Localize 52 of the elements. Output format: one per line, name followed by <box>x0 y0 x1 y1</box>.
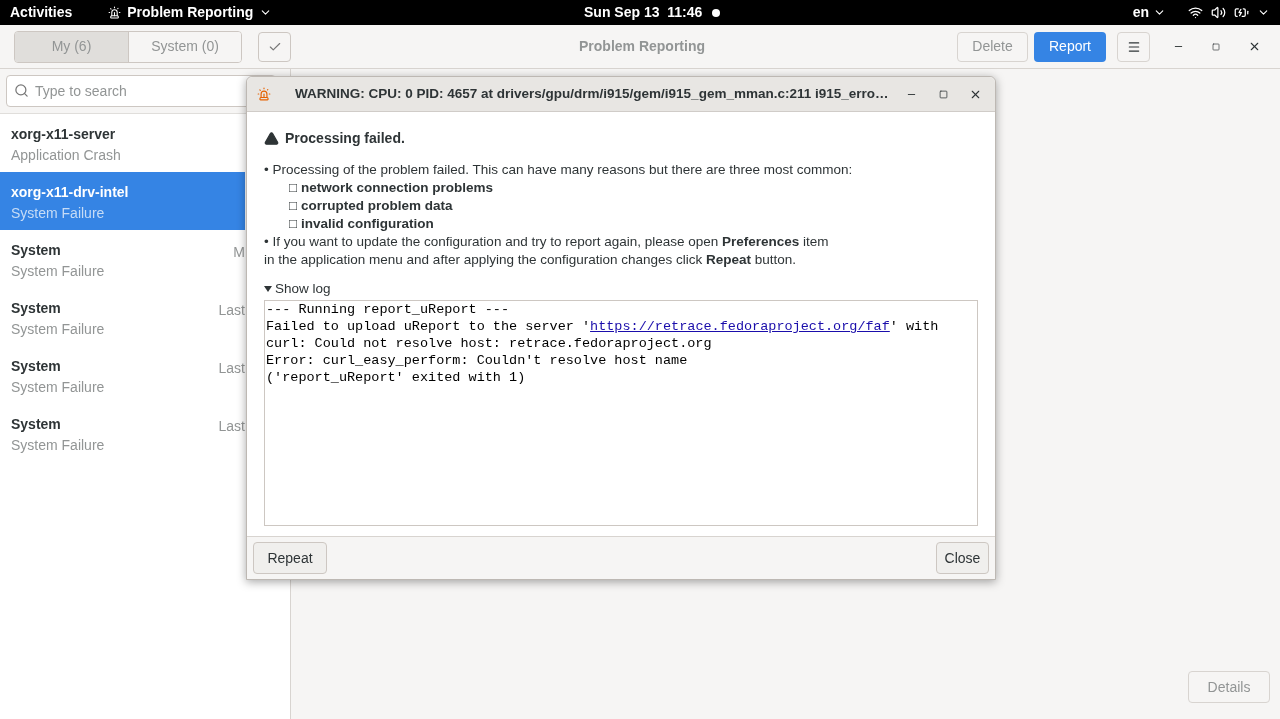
battery-icon <box>1234 5 1249 20</box>
problem-name: System <box>11 241 61 260</box>
message-line: in the application menu and after applying the configuration changes click Repeat button. <box>264 251 798 269</box>
volume-icon <box>1211 5 1226 20</box>
log-line: --- Running report_uReport --- <box>265 301 511 319</box>
wifi-icon <box>1188 5 1203 20</box>
close-dialog-button[interactable]: Close <box>936 542 989 574</box>
problem-item[interactable]: xorg-x11-drv-intel System Failure <box>0 172 245 230</box>
maximize-icon <box>1212 42 1220 51</box>
keyboard-menu[interactable]: en <box>1132 2 1166 23</box>
activities-button[interactable]: Activities <box>10 2 73 23</box>
problem-type: System Failure <box>11 262 105 281</box>
problem-name: xorg-x11-drv-intel <box>11 183 129 202</box>
problem-name: System <box>11 299 61 318</box>
log-line: ('report_uReport' exited with 1) <box>265 369 527 387</box>
log-expander[interactable]: Show log <box>264 279 331 300</box>
select-button[interactable] <box>258 31 291 62</box>
problem-type: System Failure <box>11 378 105 397</box>
problem-time: Last <box>218 417 245 436</box>
message-line: □ invalid configuration <box>288 215 435 233</box>
problem-type: System Failure <box>11 436 105 455</box>
clock[interactable]: Sun Sep 13 11:46 <box>584 2 703 23</box>
report-button[interactable]: Report <box>1034 31 1106 62</box>
dialog-heading: Processing failed. <box>285 129 405 148</box>
message-line: • Processing of the problem failed. This can have many reasons but there are three most common: <box>264 161 854 179</box>
log-link[interactable]: https://retrace.fedoraproject.org/faf <box>590 319 890 335</box>
problem-time: Last <box>218 301 245 320</box>
problem-type: Application Crash <box>11 146 121 165</box>
problem-name: System <box>11 357 61 376</box>
log-line: Error: curl_easy_perform: Couldn't resolve host name <box>265 352 689 370</box>
problem-name: System <box>11 415 61 434</box>
dialog-title: WARNING: CPU: 0 PID: 4657 at drivers/gpu/drm/i915/gem/i915_gem_mman.c:211 i915_erro… <box>295 84 889 103</box>
maximize-icon <box>938 89 948 99</box>
alarm-icon <box>257 87 271 101</box>
message-line: □ network connection problems <box>288 179 494 197</box>
menu-icon <box>1126 39 1141 54</box>
menu-button[interactable] <box>1117 31 1150 62</box>
message-line: □ corrupted problem data <box>288 197 454 215</box>
repeat-button[interactable]: Repeat <box>253 542 327 574</box>
problem-type: System Failure <box>11 204 105 223</box>
window-title: Problem Reporting <box>579 37 705 56</box>
message-line: • If you want to update the configuration and try to report again, please open Preferences item <box>264 233 830 251</box>
app-icon <box>108 6 122 19</box>
log-line: curl: Could not resolve host: retrace.fedoraproject.org <box>265 335 713 353</box>
problem-type: System Failure <box>11 320 105 339</box>
app-menu[interactable]: Problem Reporting <box>108 2 273 23</box>
problem-name: xorg-x11-server <box>11 125 116 144</box>
problem-time: Last <box>218 359 245 378</box>
problem-time: M <box>233 243 245 262</box>
warning-icon <box>264 131 279 146</box>
search-icon <box>14 83 29 98</box>
log-line: Failed to upload uReport to the server 'https://retrace.fedoraproject.org/faf' with <box>265 318 940 336</box>
